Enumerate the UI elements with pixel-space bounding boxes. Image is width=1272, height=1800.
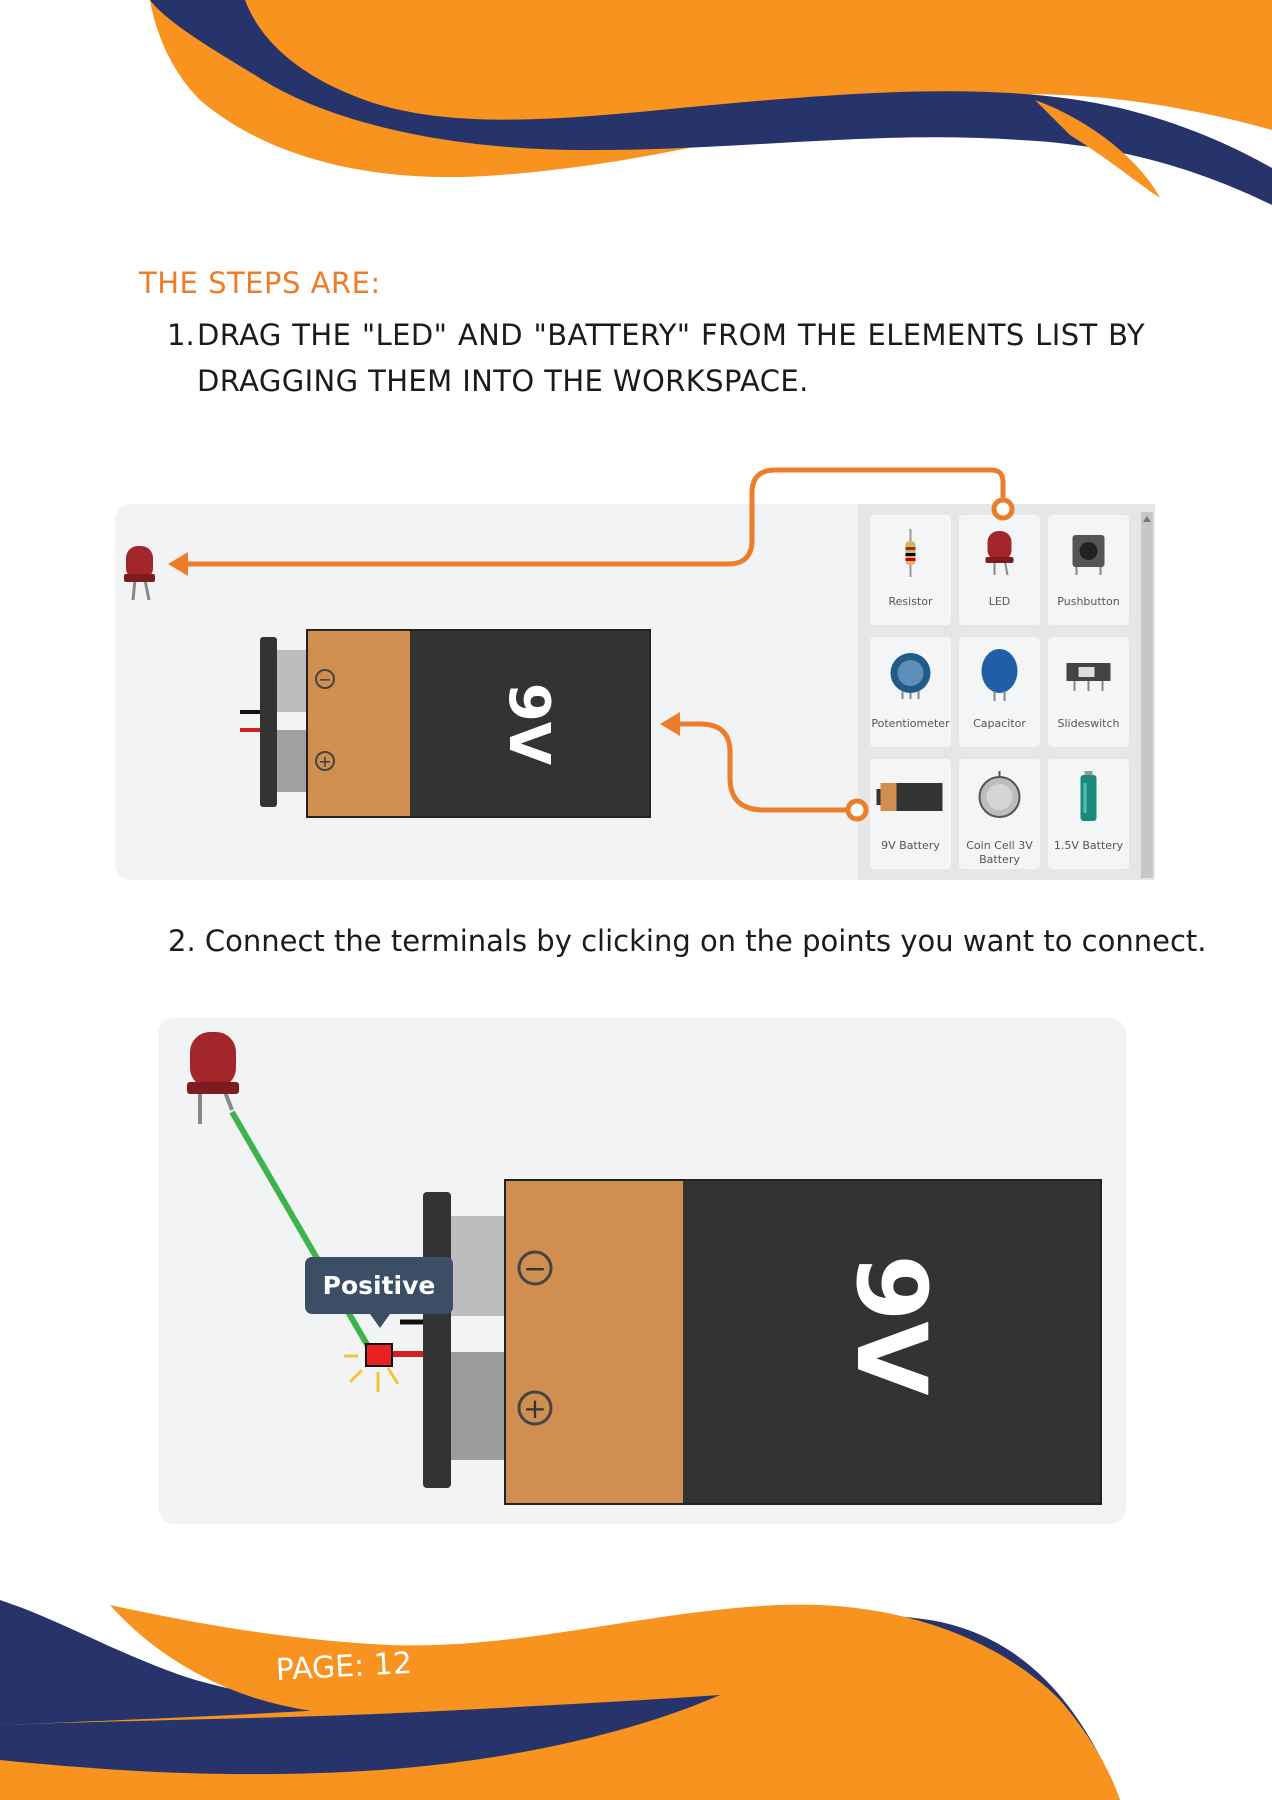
battery-plus-symbol: + bbox=[523, 1392, 546, 1425]
battery-voltage-label: 9V bbox=[835, 1254, 947, 1395]
battery-minus-symbol: − bbox=[523, 1252, 546, 1285]
page-number: PAGE: 12 bbox=[275, 1645, 413, 1688]
figure-connect-terminals: − + 9V Positive bbox=[158, 1018, 1126, 1524]
tooltip-text: Positive bbox=[323, 1271, 436, 1300]
